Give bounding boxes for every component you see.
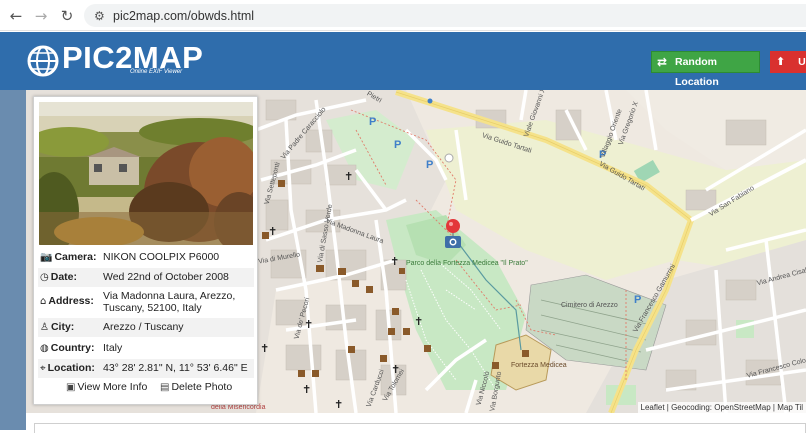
svg-text:P: P bbox=[426, 159, 433, 171]
forward-icon[interactable]: → bbox=[31, 6, 51, 26]
left-sidebar bbox=[0, 90, 26, 430]
upload-label: U bbox=[798, 56, 806, 68]
info-row-country: ◍ Country: Italy bbox=[38, 339, 254, 357]
city-label: City: bbox=[50, 321, 75, 333]
map-label-fortezza-medicea: Fortezza Medicea bbox=[511, 362, 567, 369]
map-label-parco-fortezza: Parco della Fortezza Medicea "Il Prato" bbox=[406, 260, 528, 267]
map-label-misericordia: della Misericordia bbox=[211, 404, 266, 411]
info-row-location: ⌖ Location: 43° 28' 2.81" N, 11° 53' 6.46… bbox=[38, 359, 254, 378]
photo-location-marker[interactable] bbox=[443, 218, 463, 252]
svg-text:P: P bbox=[369, 116, 376, 128]
svg-text:✝: ✝ bbox=[334, 398, 343, 411]
info-row-camera: 📷 Camera: NIKON COOLPIX P6000 bbox=[38, 250, 254, 266]
svg-text:P: P bbox=[394, 139, 401, 151]
camera-value: NIKON COOLPIX P6000 bbox=[103, 251, 220, 263]
upload-button[interactable]: ⬆ U bbox=[770, 51, 806, 73]
address-value: Via Madonna Laura, Arezzo, Tuscany, 5210… bbox=[103, 290, 236, 314]
info-row-date: ◷ Date: Wed 22nd of October 2008 bbox=[38, 268, 254, 287]
browser-toolbar: ← → ↻ ⚙ pic2map.com/obwds.html bbox=[0, 0, 806, 31]
url-text[interactable]: pic2map.com/obwds.html bbox=[113, 9, 254, 23]
photo-thumbnail[interactable] bbox=[39, 102, 253, 245]
camera-icon: 📷 bbox=[40, 252, 53, 263]
globe-icon: ◍ bbox=[40, 343, 49, 354]
svg-text:✝: ✝ bbox=[344, 170, 353, 183]
trash-icon: ▤ bbox=[160, 382, 170, 393]
country-label: Country: bbox=[50, 342, 95, 354]
svg-text:P: P bbox=[634, 294, 641, 306]
logo-subtitle: Online EXIF Viewer bbox=[130, 69, 183, 75]
date-label: Date: bbox=[50, 271, 77, 283]
info-row-address: ⌂ Address: Via Madonna Laura, Arezzo, Tus… bbox=[38, 289, 254, 315]
country-value: Italy bbox=[103, 342, 123, 354]
svg-text:✝: ✝ bbox=[302, 383, 311, 396]
location-value: 43° 28' 2.81" N, 11° 53' 6.46" E bbox=[103, 362, 248, 374]
svg-text:✝: ✝ bbox=[268, 225, 277, 238]
date-value: Wed 22nd of October 2008 bbox=[103, 271, 229, 283]
svg-text:✝: ✝ bbox=[390, 255, 399, 268]
view-more-info-button[interactable]: ▣ View More Info bbox=[66, 381, 147, 393]
address-label: Address: bbox=[48, 295, 94, 307]
person-icon: ♙ bbox=[40, 322, 49, 333]
delete-photo-button[interactable]: ▤ Delete Photo bbox=[160, 381, 232, 393]
random-location-button[interactable]: ⇄ Random Location bbox=[651, 51, 760, 88]
location-icon: ⌖ bbox=[40, 363, 46, 374]
content-box-below-map bbox=[34, 423, 806, 433]
map-label-cimitero: Cimitero di Arezzo bbox=[561, 302, 618, 309]
shuffle-icon: ⇄ bbox=[657, 55, 668, 69]
site-info-icon[interactable]: ⚙ bbox=[94, 9, 108, 23]
globe-logo-icon[interactable] bbox=[26, 44, 60, 78]
photo-info-card: 📷 Camera: NIKON COOLPIX P6000 ◷ Date: Wed … bbox=[33, 96, 258, 405]
image-icon: ▣ bbox=[66, 382, 76, 393]
svg-text:✝: ✝ bbox=[260, 342, 269, 355]
reload-icon[interactable]: ↻ bbox=[57, 6, 77, 26]
view-more-label: View More Info bbox=[77, 381, 148, 393]
svg-text:✝: ✝ bbox=[414, 315, 423, 328]
map-attribution[interactable]: Leaflet | Geocoding: OpenStreetMap | Map… bbox=[637, 402, 806, 413]
city-value: Arezzo / Tuscany bbox=[103, 321, 184, 333]
random-location-label: Random Location bbox=[675, 56, 719, 88]
home-icon: ⌂ bbox=[40, 296, 47, 307]
back-icon[interactable]: ← bbox=[6, 6, 26, 26]
info-row-city: ♙ City: Arezzo / Tuscany bbox=[38, 318, 254, 337]
photo-actions: ▣ View More Info ▤ Delete Photo bbox=[38, 379, 254, 397]
delete-photo-label: Delete Photo bbox=[171, 381, 233, 393]
clock-icon: ◷ bbox=[40, 272, 49, 283]
camera-label: Camera: bbox=[54, 251, 97, 263]
landscape-photo bbox=[39, 102, 253, 245]
upload-icon: ⬆ bbox=[776, 55, 786, 68]
location-label: Location: bbox=[47, 362, 95, 374]
